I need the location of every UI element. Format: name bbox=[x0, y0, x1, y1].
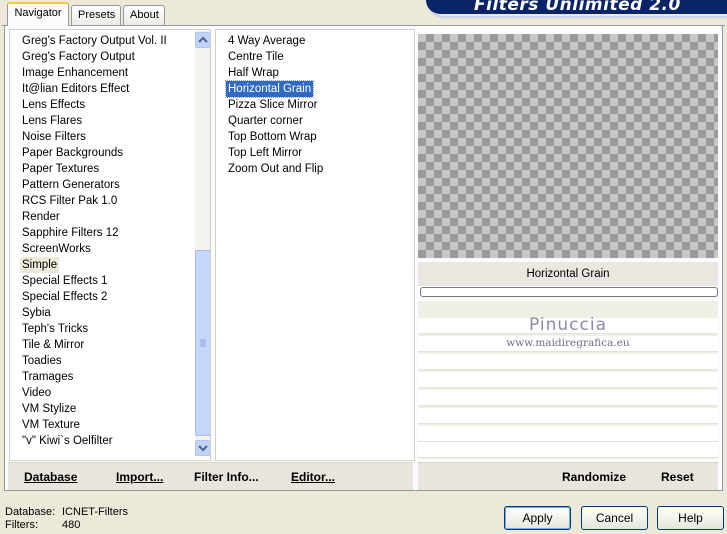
category-item[interactable]: Greg's Factory Output bbox=[20, 49, 137, 65]
category-item[interactable]: Simple bbox=[20, 257, 60, 273]
filter-info-button[interactable]: Filter Info... bbox=[194, 470, 259, 484]
category-item[interactable]: Lens Effects bbox=[20, 97, 87, 113]
category-item[interactable]: Render bbox=[20, 209, 62, 225]
filter-item[interactable]: Top Left Mirror bbox=[226, 145, 304, 161]
banner-title: Filters Unlimited 2.0 bbox=[474, 0, 681, 14]
scroll-down-arrow-icon bbox=[198, 445, 208, 452]
import-button[interactable]: Import... bbox=[116, 470, 163, 484]
scroll-thumb-grip-icon bbox=[200, 339, 206, 347]
tab-navigator[interactable]: Navigator bbox=[7, 2, 69, 26]
category-item[interactable]: Noise Filters bbox=[20, 129, 88, 145]
category-item[interactable]: Image Enhancement bbox=[20, 65, 130, 81]
category-item[interactable]: Sapphire Filters 12 bbox=[20, 225, 121, 241]
category-item[interactable]: Video bbox=[20, 385, 53, 401]
randomize-button[interactable]: Randomize bbox=[562, 470, 626, 484]
scroll-up-arrow-icon bbox=[198, 36, 208, 43]
help-button[interactable]: Help bbox=[657, 506, 724, 530]
parameter-row bbox=[418, 442, 718, 458]
category-item[interactable]: Paper Backgrounds bbox=[20, 145, 125, 161]
app-banner: Filters Unlimited 2.0 bbox=[426, 0, 727, 14]
category-item[interactable]: Toadies bbox=[20, 353, 64, 369]
preview-image bbox=[418, 34, 718, 258]
filter-item[interactable]: Horizontal Grain bbox=[224, 80, 315, 98]
category-list[interactable]: Greg's Factory Output Vol. II Greg's Fact… bbox=[9, 29, 211, 461]
category-scrollbar[interactable] bbox=[195, 30, 210, 456]
category-item[interactable]: Greg's Factory Output Vol. II bbox=[20, 33, 169, 49]
filter-item[interactable]: Pizza Slice Mirror bbox=[226, 97, 319, 113]
category-item[interactable]: Special Effects 2 bbox=[20, 289, 109, 305]
category-item[interactable]: Sybia bbox=[20, 305, 53, 321]
filters-label: Filters: bbox=[5, 519, 38, 531]
category-item[interactable]: VM Texture bbox=[20, 417, 82, 433]
preview-filter-name: Horizontal Grain bbox=[418, 262, 718, 286]
watermark-name: Pinuccia bbox=[529, 315, 607, 335]
parameter-row bbox=[418, 408, 718, 424]
filter-list[interactable]: 4 Way Average Centre Tile Half Wrap Horizon… bbox=[215, 29, 415, 461]
parameter-row bbox=[418, 426, 718, 442]
apply-button[interactable]: Apply bbox=[504, 506, 571, 530]
category-item[interactable]: Lens Flares bbox=[20, 113, 84, 129]
category-item[interactable]: Teph's Tricks bbox=[20, 321, 90, 337]
category-item[interactable]: RCS Filter Pak 1.0 bbox=[20, 193, 119, 209]
database-value: ICNET-Filters bbox=[62, 506, 128, 518]
scroll-thumb[interactable] bbox=[195, 250, 210, 436]
watermark-url: www.maidiregrafica.eu bbox=[506, 337, 630, 349]
category-item[interactable]: VM Stylize bbox=[20, 401, 78, 417]
category-item[interactable]: Paper Textures bbox=[20, 161, 101, 177]
progress-bar bbox=[420, 287, 718, 297]
category-item[interactable]: "v" Kiwi`s Oelfilter bbox=[20, 433, 115, 449]
category-item[interactable]: ScreenWorks bbox=[20, 241, 93, 257]
filter-item[interactable]: Zoom Out and Flip bbox=[226, 161, 325, 177]
category-item[interactable]: Tramages bbox=[20, 369, 75, 385]
category-item[interactable]: It@lian Editors Effect bbox=[20, 81, 131, 97]
editor-button[interactable]: Editor... bbox=[291, 470, 335, 484]
scroll-down-button[interactable] bbox=[195, 440, 210, 456]
tab-presets[interactable]: Presets bbox=[71, 5, 121, 25]
tab-about[interactable]: About bbox=[123, 5, 165, 25]
filter-item[interactable]: Top Bottom Wrap bbox=[226, 129, 319, 145]
parameter-row bbox=[418, 354, 718, 370]
filter-item[interactable]: 4 Way Average bbox=[226, 33, 307, 49]
reset-button[interactable]: Reset bbox=[661, 470, 694, 484]
cancel-button[interactable]: Cancel bbox=[581, 506, 648, 530]
filters-count: 480 bbox=[62, 519, 81, 531]
category-item[interactable]: Pattern Generators bbox=[20, 177, 122, 193]
filter-item[interactable]: Centre Tile bbox=[226, 49, 286, 65]
database-label: Database: bbox=[5, 506, 56, 518]
database-button[interactable]: Database bbox=[24, 470, 77, 484]
filter-item[interactable]: Quarter corner bbox=[226, 113, 305, 129]
scroll-up-button[interactable] bbox=[195, 32, 210, 48]
parameter-row bbox=[418, 390, 718, 406]
category-item[interactable]: Tile & Mirror bbox=[20, 337, 86, 353]
filter-item[interactable]: Half Wrap bbox=[226, 65, 281, 81]
category-item[interactable]: Special Effects 1 bbox=[20, 273, 109, 289]
parameter-row bbox=[418, 372, 718, 388]
